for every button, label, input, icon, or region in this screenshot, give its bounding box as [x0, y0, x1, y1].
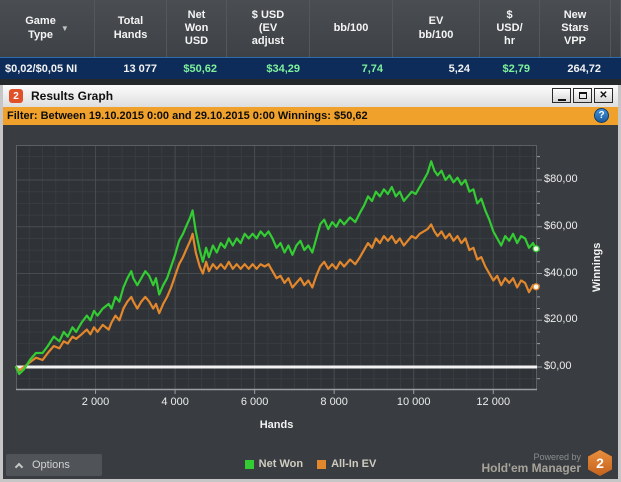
- y-tick-label: $60,00: [544, 219, 578, 232]
- stat-cell: 13 077: [123, 62, 157, 75]
- stat-cell: $2,79: [502, 62, 530, 75]
- column-header-filler: [611, 0, 621, 57]
- stats-table-row[interactable]: $0,02/$0,05 NI 13 077 $50,62 $34,29 7,74 5,24…: [0, 57, 621, 79]
- close-button[interactable]: ✕: [594, 88, 613, 103]
- window-title: Results Graph: [31, 89, 114, 103]
- column-header[interactable]: New Stars VPP: [540, 0, 611, 57]
- filter-text: Filter: Between 19.10.2015 0:00 and 29.1…: [7, 110, 368, 122]
- holdem-manager-text: Hold'em Manager: [481, 460, 581, 475]
- stat-cell: $50,62: [183, 62, 217, 75]
- maximize-icon: [578, 92, 587, 99]
- column-header[interactable]: Total Hands: [95, 0, 167, 57]
- filter-bar: Filter: Between 19.10.2015 0:00 and 29.1…: [3, 107, 618, 125]
- sort-arrow-icon: ▼: [60, 23, 69, 33]
- column-header[interactable]: EV bb/100: [393, 0, 480, 57]
- x-tick-label: 12 000: [476, 396, 511, 408]
- column-header[interactable]: bb/100: [310, 0, 393, 57]
- y-axis-title: Winnings: [591, 242, 603, 293]
- stat-cell: 5,24: [448, 62, 470, 75]
- legend-label: Net Won: [258, 458, 304, 470]
- powered-by-text: Powered by Hold'em Manager: [481, 452, 581, 475]
- powered-by-line1: Powered by: [533, 451, 581, 462]
- chart-area: Hands Winnings 2 000 4 000 6 000 8 000 10 00…: [3, 125, 618, 445]
- x-tick-label: 2 000: [81, 396, 110, 408]
- x-tick-label: 4 000: [161, 396, 189, 408]
- column-header[interactable]: $ USD (EV adjust: [227, 0, 310, 57]
- help-icon[interactable]: ?: [594, 108, 609, 123]
- y-tick-label: $20,00: [544, 313, 578, 326]
- minimize-icon: [557, 98, 566, 101]
- stat-cell: 264,72: [567, 62, 601, 75]
- column-header[interactable]: $ USD/ hr: [480, 0, 540, 57]
- maximize-button[interactable]: [573, 88, 592, 103]
- legend-item: Net Won: [244, 458, 304, 470]
- stat-cell: $0,02/$0,05 NI: [5, 62, 78, 75]
- x-tick-label: 10 000: [396, 396, 431, 408]
- legend-swatch-icon: [317, 459, 327, 469]
- hm2-logo-icon: 2: [9, 89, 23, 103]
- results-plot: [14, 145, 542, 394]
- legend-label: All-In EV: [331, 458, 377, 470]
- window-titlebar[interactable]: 2 Results Graph ✕: [3, 85, 618, 107]
- x-tick-label: 6 000: [240, 396, 269, 408]
- x-axis-title: Hands: [259, 419, 294, 431]
- x-tick-label: 8 000: [320, 396, 348, 408]
- legend-swatch-icon: [244, 459, 254, 469]
- legend-item: All-In EV: [317, 458, 376, 470]
- window-controls: ✕: [552, 88, 613, 103]
- y-tick-label: $80,00: [544, 173, 578, 185]
- column-header[interactable]: Game Type ▼: [0, 0, 95, 57]
- results-graph-window: 2 Results Graph ✕ Filter: Between 19.10.…: [0, 85, 621, 482]
- powered-by: Powered by Hold'em Manager 2: [481, 450, 613, 476]
- minimize-button[interactable]: [552, 88, 571, 103]
- hm2-badge-icon: 2: [588, 450, 612, 476]
- bottom-bar: Options Net Won All-In EV Powered by Hold…: [3, 445, 618, 479]
- stats-table-header: Game Type ▼ Total Hands Net Won USD $ USD (E…: [0, 0, 621, 57]
- y-tick-label: $0,00: [544, 360, 572, 372]
- stat-cell: $34,29: [266, 62, 300, 75]
- y-tick-label: $40,00: [544, 266, 578, 279]
- stats-table: Game Type ▼ Total Hands Net Won USD $ USD (E…: [0, 0, 621, 79]
- stat-cell: 7,74: [361, 62, 383, 75]
- column-header[interactable]: Net Won USD: [167, 0, 227, 57]
